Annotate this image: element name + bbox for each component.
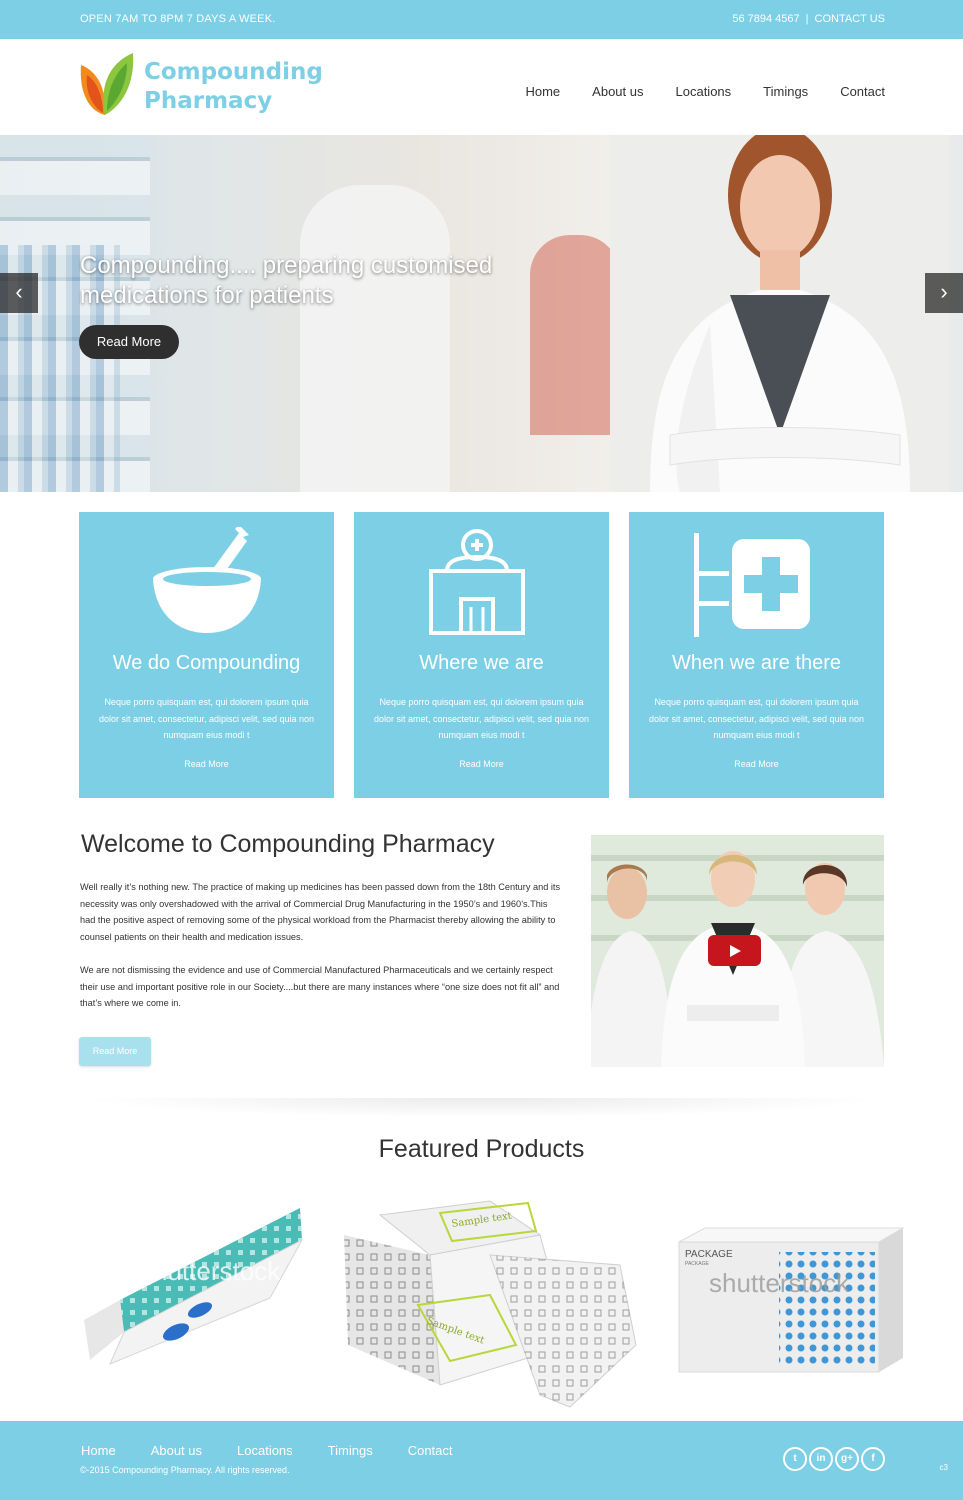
chevron-left-icon[interactable]: ‹ bbox=[0, 273, 38, 313]
logo-line-2: Pharmacy bbox=[144, 88, 273, 114]
chevron-right-icon[interactable]: › bbox=[925, 273, 963, 313]
product-watermark: shutterstock bbox=[709, 1268, 850, 1298]
footer-nav-home[interactable]: Home bbox=[81, 1443, 116, 1458]
site-credit[interactable]: c3 bbox=[940, 1463, 948, 1472]
main-nav: Home About us Locations Timings Contact bbox=[525, 84, 885, 99]
product-watermark: shutterstock bbox=[140, 1256, 281, 1286]
nav-locations[interactable]: Locations bbox=[676, 84, 732, 99]
logo-line-1: Compounding bbox=[144, 59, 323, 85]
nav-home[interactable]: Home bbox=[525, 84, 560, 99]
twitter-icon[interactable]: t bbox=[783, 1447, 807, 1471]
welcome-paragraph-2: We are not dismissing the evidence and u… bbox=[80, 965, 560, 1009]
feature-text: Neque porro quisquam est, qui dolorem ip… bbox=[98, 697, 315, 740]
google-plus-icon[interactable]: g+ bbox=[835, 1447, 859, 1471]
feature-read-more-link[interactable]: Read More bbox=[354, 759, 609, 769]
footer-nav-timings[interactable]: Timings bbox=[328, 1443, 373, 1458]
feature-read-more-link[interactable]: Read More bbox=[79, 759, 334, 769]
feature-text: Neque porro quisquam est, qui dolorem ip… bbox=[648, 697, 865, 740]
logo-text: Compounding Pharmacy bbox=[144, 58, 323, 116]
section-divider bbox=[80, 1098, 885, 1118]
footer-nav-contact[interactable]: Contact bbox=[408, 1443, 453, 1458]
package-sublabel: PACKAGE bbox=[685, 1261, 709, 1267]
hero-pharmacist-image bbox=[610, 135, 950, 492]
feature-text: Neque porro quisquam est, qui dolorem ip… bbox=[373, 697, 590, 740]
nav-about-us[interactable]: About us bbox=[592, 84, 643, 99]
nav-contact[interactable]: Contact bbox=[840, 84, 885, 99]
separator: | bbox=[805, 13, 809, 25]
nav-timings[interactable]: Timings bbox=[763, 84, 808, 99]
features-section: We do Compounding Neque porro quisquam e… bbox=[79, 512, 885, 798]
feature-card-location[interactable]: Where we are Neque porro quisquam est, q… bbox=[354, 512, 609, 798]
feature-card-timings[interactable]: When we are there Neque porro quisquam e… bbox=[629, 512, 884, 798]
product-pattern-box[interactable]: Sample text Sample text bbox=[340, 1195, 640, 1410]
hero-read-more-button[interactable]: Read More bbox=[79, 325, 179, 359]
linkedin-icon[interactable]: in bbox=[809, 1447, 833, 1471]
hero-title: Compounding.... preparing customised med… bbox=[80, 252, 493, 309]
copyright: ©-2015 Compounding Pharmacy. All rights … bbox=[80, 1465, 290, 1475]
pharmacy-sign-icon bbox=[629, 527, 884, 637]
phone-number[interactable]: 56 7894 4567 bbox=[732, 13, 799, 25]
site-header: Compounding Pharmacy Home About us Locat… bbox=[0, 39, 963, 135]
pharmacy-building-icon bbox=[354, 527, 609, 637]
welcome-paragraph-1: Well really it’s nothing new. The practi… bbox=[80, 882, 561, 942]
feature-title: We do Compounding bbox=[112, 652, 301, 674]
feature-title: Where we are bbox=[419, 652, 544, 674]
top-bar-contact: 56 7894 4567 | CONTACT US bbox=[732, 13, 885, 25]
footer-nav-locations[interactable]: Locations bbox=[237, 1443, 293, 1458]
feature-title: When we are there bbox=[672, 652, 841, 674]
welcome-title: Welcome to Compounding Pharmacy bbox=[81, 830, 495, 858]
welcome-read-more-button[interactable]: Read More bbox=[79, 1037, 151, 1066]
site-footer: Home About us Locations Timings Contact … bbox=[0, 1421, 963, 1500]
feature-read-more-link[interactable]: Read More bbox=[629, 759, 884, 769]
hero-slider: Compounding.... preparing customised med… bbox=[0, 135, 963, 492]
product-capsule-box[interactable]: shutterstock bbox=[80, 1200, 310, 1370]
facebook-icon[interactable]: f bbox=[861, 1447, 885, 1471]
social-links: t in g+ f bbox=[783, 1447, 885, 1471]
logo[interactable]: Compounding Pharmacy bbox=[79, 53, 329, 119]
hero-background-pharmacist bbox=[300, 185, 450, 492]
product-package-box[interactable]: PACKAGE PACKAGE shutterstock bbox=[675, 1222, 905, 1392]
feature-card-compounding[interactable]: We do Compounding Neque porro quisquam e… bbox=[79, 512, 334, 798]
footer-nav: Home About us Locations Timings Contact bbox=[81, 1443, 453, 1458]
footer-nav-about-us[interactable]: About us bbox=[151, 1443, 202, 1458]
contact-us-link[interactable]: CONTACT US bbox=[815, 13, 886, 25]
opening-hours: OPEN 7AM TO 8PM 7 DAYS A WEEK. bbox=[80, 13, 276, 25]
featured-products-title: Featured Products bbox=[378, 1135, 585, 1163]
top-bar: OPEN 7AM TO 8PM 7 DAYS A WEEK. 56 7894 4… bbox=[0, 0, 963, 39]
mortar-pestle-icon bbox=[79, 527, 334, 637]
video-player[interactable] bbox=[591, 835, 884, 1067]
leaf-icon bbox=[80, 53, 134, 115]
package-label: PACKAGE bbox=[685, 1249, 733, 1260]
play-icon[interactable] bbox=[708, 935, 761, 966]
